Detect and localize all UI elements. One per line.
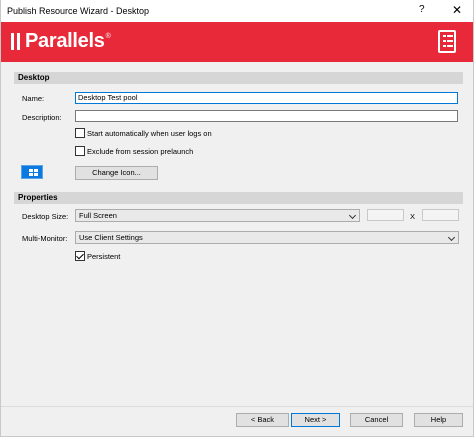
help-button[interactable]: Help — [414, 413, 463, 427]
exclude-prelaunch-checkbox[interactable] — [75, 146, 85, 156]
desktop-size-select[interactable]: Full Screen — [75, 209, 360, 222]
windows-logo-icon — [21, 165, 43, 179]
section-header-desktop: Desktop — [14, 72, 463, 84]
persistent-checkbox[interactable] — [75, 251, 85, 261]
description-label: Description: — [22, 113, 62, 122]
next-button[interactable]: Next > — [291, 413, 340, 427]
start-automatically-checkbox[interactable] — [75, 128, 85, 138]
logo-bars-icon — [11, 32, 20, 50]
name-label: Name: — [22, 94, 45, 103]
multi-monitor-select[interactable]: Use Client Settings — [75, 231, 459, 244]
wizard-window: Publish Resource Wizard - Desktop ? ✕ Pa… — [0, 0, 474, 437]
chevron-down-icon — [447, 233, 456, 242]
start-automatically-label: Start automatically when user logs on — [87, 129, 212, 138]
close-icon[interactable]: ✕ — [452, 3, 462, 17]
window-title: Publish Resource Wizard - Desktop — [7, 6, 150, 16]
change-icon-button[interactable]: Change Icon... — [75, 166, 158, 180]
multi-monitor-value: Use Client Settings — [79, 233, 143, 242]
checklist-icon — [438, 30, 456, 53]
name-input[interactable]: Desktop Test pool — [75, 92, 458, 104]
title-bar: Publish Resource Wizard - Desktop ? ✕ — [1, 0, 473, 22]
width-input[interactable] — [367, 209, 404, 221]
footer-divider — [1, 406, 473, 407]
logo-text: Parallels — [25, 29, 105, 52]
chevron-down-icon — [348, 211, 357, 220]
desktop-size-value: Full Screen — [79, 211, 117, 220]
description-input[interactable] — [75, 110, 458, 122]
height-input[interactable] — [422, 209, 459, 221]
section-header-properties: Properties — [14, 192, 463, 204]
logo-registered-mark: ® — [105, 32, 111, 40]
desktop-size-label: Desktop Size: — [22, 212, 69, 221]
persistent-label: Persistent — [87, 252, 121, 261]
exclude-prelaunch-label: Exclude from session prelaunch — [87, 147, 194, 156]
help-icon[interactable]: ? — [419, 4, 425, 15]
parallels-logo: Parallels ® — [11, 30, 111, 52]
size-x-separator: X — [410, 212, 416, 221]
multi-monitor-label: Multi-Monitor: — [22, 234, 68, 243]
cancel-button[interactable]: Cancel — [350, 413, 403, 427]
back-button[interactable]: < Back — [236, 413, 289, 427]
